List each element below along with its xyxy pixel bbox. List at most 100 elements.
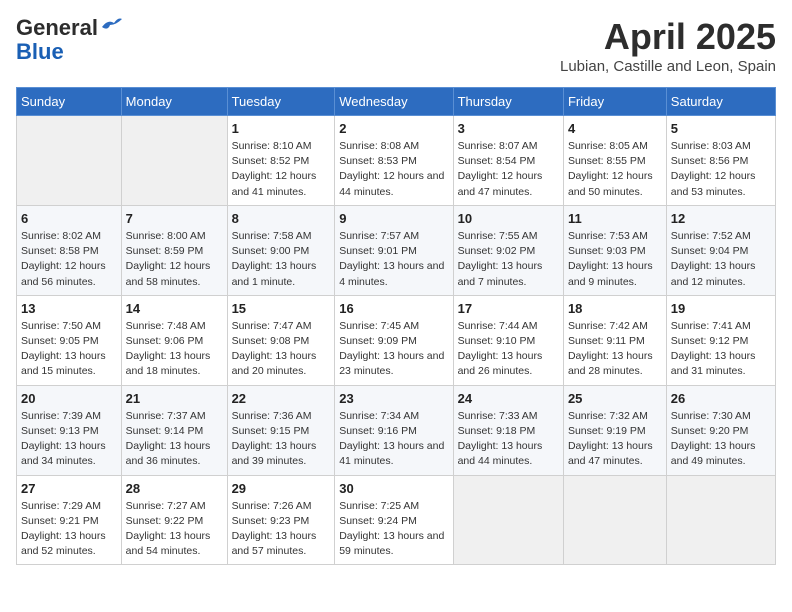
calendar-header-row: SundayMondayTuesdayWednesdayThursdayFrid…	[17, 88, 776, 116]
calendar-cell: 9 Sunrise: 7:57 AMSunset: 9:01 PMDaylight…	[335, 205, 453, 295]
day-info: Sunrise: 8:00 AMSunset: 8:59 PMDaylight:…	[126, 229, 223, 290]
day-info: Sunrise: 7:45 AMSunset: 9:09 PMDaylight:…	[339, 319, 448, 380]
calendar-cell: 7 Sunrise: 8:00 AMSunset: 8:59 PMDaylight…	[121, 205, 227, 295]
calendar-cell: 23Sunrise: 7:34 AMSunset: 9:16 PMDayligh…	[335, 385, 453, 475]
day-info: Sunrise: 7:39 AMSunset: 9:13 PMDaylight:…	[21, 409, 117, 470]
calendar-cell: 30 Sunrise: 7:25 AMSunset: 9:24 PMDayligh…	[335, 475, 453, 565]
day-number: 13	[21, 301, 117, 316]
logo: General Blue	[16, 16, 122, 64]
day-number: 2	[339, 121, 448, 136]
calendar-cell: 18 Sunrise: 7:42 AMSunset: 9:11 PMDayligh…	[563, 295, 666, 385]
day-info: Sunrise: 8:07 AMSunset: 8:54 PMDaylight:…	[458, 139, 559, 200]
day-number: 15	[232, 301, 331, 316]
logo-general-text: General	[16, 16, 98, 40]
day-number: 6	[21, 211, 117, 226]
day-info: Sunrise: 7:55 AMSunset: 9:02 PMDaylight:…	[458, 229, 559, 290]
calendar-cell: 5Sunrise: 8:03 AMSunset: 8:56 PMDaylight…	[666, 116, 775, 206]
day-number: 18	[568, 301, 662, 316]
calendar-cell: 12Sunrise: 7:52 AMSunset: 9:04 PMDayligh…	[666, 205, 775, 295]
day-info: Sunrise: 7:36 AMSunset: 9:15 PMDaylight:…	[232, 409, 331, 470]
calendar-cell: 17Sunrise: 7:44 AMSunset: 9:10 PMDayligh…	[453, 295, 563, 385]
calendar-cell: 14 Sunrise: 7:48 AMSunset: 9:06 PMDayligh…	[121, 295, 227, 385]
day-number: 3	[458, 121, 559, 136]
day-info: Sunrise: 7:25 AMSunset: 9:24 PMDaylight:…	[339, 499, 448, 560]
day-number: 1	[232, 121, 331, 136]
day-number: 16	[339, 301, 448, 316]
day-number: 14	[126, 301, 223, 316]
day-info: Sunrise: 7:41 AMSunset: 9:12 PMDaylight:…	[671, 319, 771, 380]
day-info: Sunrise: 7:52 AMSunset: 9:04 PMDaylight:…	[671, 229, 771, 290]
location-text: Lubian, Castille and Leon, Spain	[560, 58, 776, 75]
column-header-thursday: Thursday	[453, 88, 563, 116]
column-header-sunday: Sunday	[17, 88, 122, 116]
day-info: Sunrise: 7:48 AMSunset: 9:06 PMDaylight:…	[126, 319, 223, 380]
calendar-cell: 25 Sunrise: 7:32 AMSunset: 9:19 PMDayligh…	[563, 385, 666, 475]
day-number: 20	[21, 391, 117, 406]
calendar-cell: 6 Sunrise: 8:02 AMSunset: 8:58 PMDaylight…	[17, 205, 122, 295]
day-number: 27	[21, 481, 117, 496]
calendar-cell: 4 Sunrise: 8:05 AMSunset: 8:55 PMDaylight…	[563, 116, 666, 206]
calendar-table: SundayMondayTuesdayWednesdayThursdayFrid…	[16, 87, 776, 565]
calendar-cell: 3 Sunrise: 8:07 AMSunset: 8:54 PMDaylight…	[453, 116, 563, 206]
calendar-cell: 11Sunrise: 7:53 AMSunset: 9:03 PMDayligh…	[563, 205, 666, 295]
calendar-cell: 27 Sunrise: 7:29 AMSunset: 9:21 PMDayligh…	[17, 475, 122, 565]
column-header-tuesday: Tuesday	[227, 88, 335, 116]
day-number: 17	[458, 301, 559, 316]
day-number: 25	[568, 391, 662, 406]
day-info: Sunrise: 7:33 AMSunset: 9:18 PMDaylight:…	[458, 409, 559, 470]
day-number: 9	[339, 211, 448, 226]
week-row-4: 20 Sunrise: 7:39 AMSunset: 9:13 PMDayligh…	[17, 385, 776, 475]
day-info: Sunrise: 7:26 AMSunset: 9:23 PMDaylight:…	[232, 499, 331, 560]
day-info: Sunrise: 7:57 AMSunset: 9:01 PMDaylight:…	[339, 229, 448, 290]
day-info: Sunrise: 7:42 AMSunset: 9:11 PMDaylight:…	[568, 319, 662, 380]
title-section: April 2025 Lubian, Castille and Leon, Sp…	[560, 16, 776, 75]
calendar-cell: 24 Sunrise: 7:33 AMSunset: 9:18 PMDayligh…	[453, 385, 563, 475]
day-info: Sunrise: 7:37 AMSunset: 9:14 PMDaylight:…	[126, 409, 223, 470]
day-number: 21	[126, 391, 223, 406]
day-number: 22	[232, 391, 331, 406]
calendar-cell: 21 Sunrise: 7:37 AMSunset: 9:14 PMDayligh…	[121, 385, 227, 475]
calendar-cell: 22 Sunrise: 7:36 AMSunset: 9:15 PMDayligh…	[227, 385, 335, 475]
calendar-cell	[453, 475, 563, 565]
logo-blue-text: Blue	[16, 40, 64, 64]
day-info: Sunrise: 8:08 AMSunset: 8:53 PMDaylight:…	[339, 139, 448, 200]
day-info: Sunrise: 7:58 AMSunset: 9:00 PMDaylight:…	[232, 229, 331, 290]
day-info: Sunrise: 7:50 AMSunset: 9:05 PMDaylight:…	[21, 319, 117, 380]
day-info: Sunrise: 7:32 AMSunset: 9:19 PMDaylight:…	[568, 409, 662, 470]
day-number: 7	[126, 211, 223, 226]
calendar-cell	[121, 116, 227, 206]
calendar-cell: 20 Sunrise: 7:39 AMSunset: 9:13 PMDayligh…	[17, 385, 122, 475]
calendar-cell	[563, 475, 666, 565]
calendar-cell: 19 Sunrise: 7:41 AMSunset: 9:12 PMDayligh…	[666, 295, 775, 385]
day-info: Sunrise: 7:27 AMSunset: 9:22 PMDaylight:…	[126, 499, 223, 560]
day-number: 29	[232, 481, 331, 496]
day-info: Sunrise: 8:02 AMSunset: 8:58 PMDaylight:…	[21, 229, 117, 290]
column-header-saturday: Saturday	[666, 88, 775, 116]
day-info: Sunrise: 8:05 AMSunset: 8:55 PMDaylight:…	[568, 139, 662, 200]
calendar-cell: 1 Sunrise: 8:10 AMSunset: 8:52 PMDaylight…	[227, 116, 335, 206]
day-number: 24	[458, 391, 559, 406]
calendar-cell: 13 Sunrise: 7:50 AMSunset: 9:05 PMDayligh…	[17, 295, 122, 385]
day-number: 28	[126, 481, 223, 496]
day-number: 4	[568, 121, 662, 136]
day-number: 10	[458, 211, 559, 226]
column-header-monday: Monday	[121, 88, 227, 116]
calendar-cell: 8 Sunrise: 7:58 AMSunset: 9:00 PMDaylight…	[227, 205, 335, 295]
calendar-cell: 10 Sunrise: 7:55 AMSunset: 9:02 PMDayligh…	[453, 205, 563, 295]
day-info: Sunrise: 7:29 AMSunset: 9:21 PMDaylight:…	[21, 499, 117, 560]
day-number: 19	[671, 301, 771, 316]
column-header-wednesday: Wednesday	[335, 88, 453, 116]
logo-bird-icon	[100, 17, 122, 35]
day-number: 8	[232, 211, 331, 226]
day-info: Sunrise: 8:10 AMSunset: 8:52 PMDaylight:…	[232, 139, 331, 200]
calendar-cell: 2 Sunrise: 8:08 AMSunset: 8:53 PMDaylight…	[335, 116, 453, 206]
calendar-cell: 16 Sunrise: 7:45 AMSunset: 9:09 PMDayligh…	[335, 295, 453, 385]
day-info: Sunrise: 8:03 AMSunset: 8:56 PMDaylight:…	[671, 139, 771, 200]
week-row-3: 13 Sunrise: 7:50 AMSunset: 9:05 PMDayligh…	[17, 295, 776, 385]
day-info: Sunrise: 7:34 AMSunset: 9:16 PMDaylight:…	[339, 409, 448, 470]
week-row-2: 6 Sunrise: 8:02 AMSunset: 8:58 PMDaylight…	[17, 205, 776, 295]
day-number: 30	[339, 481, 448, 496]
calendar-cell: 26Sunrise: 7:30 AMSunset: 9:20 PMDayligh…	[666, 385, 775, 475]
calendar-cell: 15Sunrise: 7:47 AMSunset: 9:08 PMDayligh…	[227, 295, 335, 385]
month-title: April 2025	[560, 16, 776, 58]
